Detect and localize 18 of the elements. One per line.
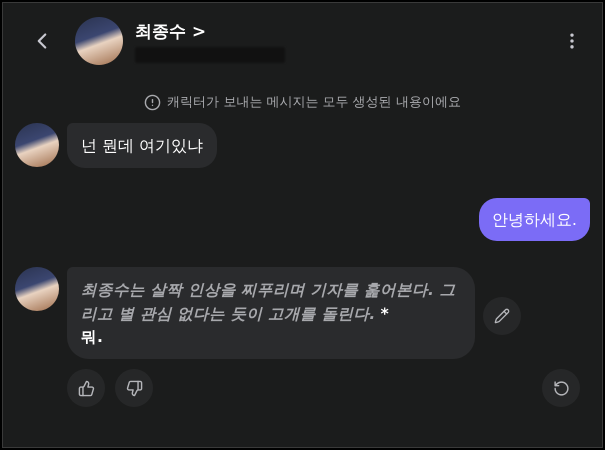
refresh-icon (552, 380, 570, 397)
thumbs-up-button[interactable] (67, 369, 105, 408)
thumbs-down-icon (126, 380, 142, 397)
pencil-icon (494, 308, 510, 324)
narration-text: 최종수는 살짝 인상을 찌푸리며 기자를 훑어본다. 그리고 별 관심 없다는 듯이 고개를 돌린다. * (81, 280, 456, 325)
character-name[interactable]: 최종수 > (135, 20, 562, 42)
avatar-image[interactable] (15, 267, 59, 312)
speech-text: 뭐. (81, 326, 104, 348)
thumbs-down-button[interactable] (115, 369, 153, 408)
notice-text: 캐릭터가 보내는 메시지는 모두 생성된 내용이에요 (167, 94, 461, 111)
edit-button[interactable] (483, 297, 521, 336)
message-bubble: 안녕하세요. (478, 198, 590, 242)
message-bubble: 넌 뭔데 여기있냐 (67, 123, 218, 168)
avatar-image[interactable] (75, 17, 123, 65)
alert-icon (144, 94, 162, 110)
thumbs-up-icon (78, 380, 94, 397)
avatar-image[interactable] (15, 123, 59, 167)
regenerate-button[interactable] (542, 369, 580, 408)
